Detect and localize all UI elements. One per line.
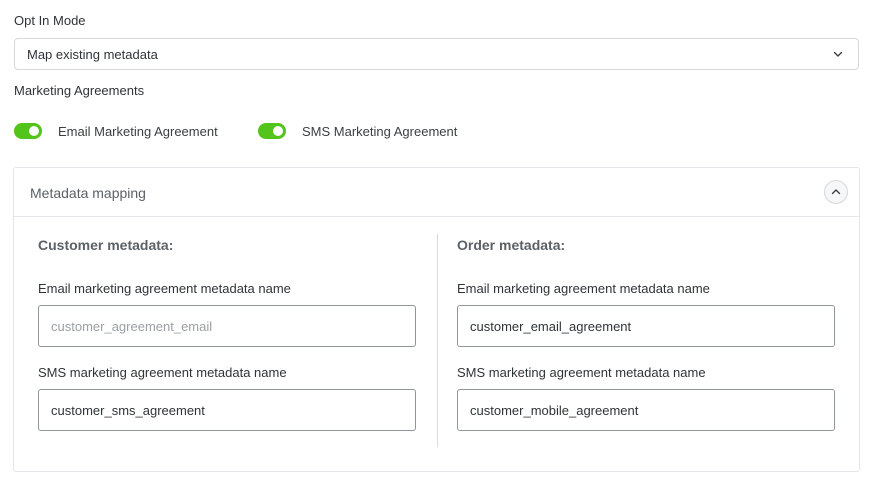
email-agreement-toggle[interactable] bbox=[14, 123, 42, 139]
metadata-mapping-title: Metadata mapping bbox=[30, 185, 146, 201]
order-sms-input[interactable] bbox=[457, 389, 835, 431]
column-divider bbox=[437, 234, 438, 447]
sms-agreement-toggle-label: SMS Marketing Agreement bbox=[302, 123, 458, 139]
email-agreement-toggle-label: Email Marketing Agreement bbox=[58, 123, 218, 139]
metadata-mapping-panel: Metadata mapping Customer metadata: Emai… bbox=[13, 167, 860, 472]
order-email-label: Email marketing agreement metadata name bbox=[457, 281, 710, 296]
order-email-input[interactable] bbox=[457, 305, 835, 347]
customer-email-input[interactable] bbox=[38, 305, 416, 347]
collapse-button[interactable] bbox=[824, 180, 848, 204]
chevron-down-icon bbox=[833, 51, 843, 57]
customer-email-label: Email marketing agreement metadata name bbox=[38, 281, 291, 296]
customer-sms-label: SMS marketing agreement metadata name bbox=[38, 365, 287, 380]
sms-agreement-toggle[interactable] bbox=[258, 123, 286, 139]
marketing-agreements-label: Marketing Agreements bbox=[14, 83, 145, 98]
opt-in-mode-value: Map existing metadata bbox=[27, 46, 158, 62]
toggle-knob bbox=[273, 126, 283, 136]
opt-in-mode-select[interactable]: Map existing metadata bbox=[14, 38, 859, 70]
metadata-mapping-header[interactable]: Metadata mapping bbox=[14, 168, 859, 217]
opt-in-mode-label: Opt In Mode bbox=[14, 13, 86, 28]
chevron-up-icon bbox=[831, 189, 841, 195]
toggle-knob bbox=[29, 126, 39, 136]
customer-sms-input[interactable] bbox=[38, 389, 416, 431]
email-agreement-toggle-row: Email Marketing Agreement bbox=[14, 123, 218, 139]
order-metadata-title: Order metadata: bbox=[457, 237, 566, 253]
customer-metadata-title: Customer metadata: bbox=[38, 237, 174, 253]
order-sms-label: SMS marketing agreement metadata name bbox=[457, 365, 706, 380]
sms-agreement-toggle-row: SMS Marketing Agreement bbox=[258, 123, 457, 139]
